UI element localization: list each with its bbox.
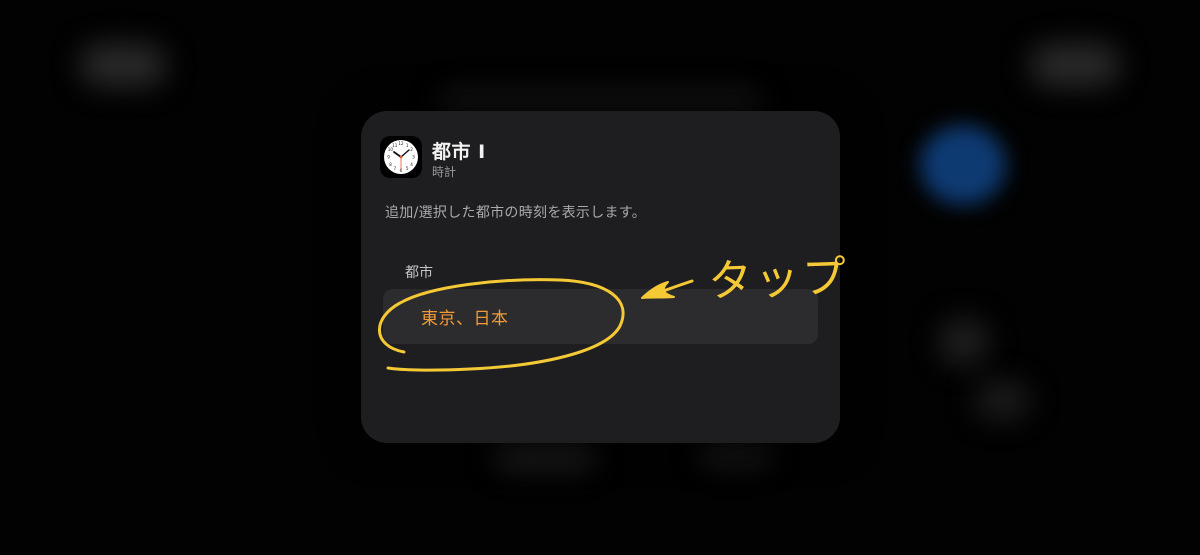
svg-text:11: 11 (392, 143, 398, 148)
tap-annotation-text: タップ (707, 251, 851, 308)
city-value: 東京、日本 (421, 309, 509, 329)
blurred-background-element (940, 318, 988, 366)
blurred-background-element (1030, 44, 1120, 86)
svg-text:3: 3 (412, 155, 415, 160)
svg-text:8: 8 (389, 162, 392, 167)
svg-text:5: 5 (406, 166, 409, 171)
svg-text:7: 7 (393, 166, 396, 171)
app-name: 時計 (432, 165, 457, 179)
widget-title: 都市 I (432, 141, 486, 163)
svg-text:9: 9 (387, 155, 390, 160)
svg-text:1: 1 (406, 143, 409, 148)
blurred-background-element (80, 44, 166, 86)
svg-text:2: 2 (410, 147, 413, 152)
blurred-background-element (975, 380, 1030, 420)
svg-text:12: 12 (398, 141, 404, 146)
svg-text:10: 10 (388, 147, 394, 152)
blurred-background-element (920, 125, 1006, 205)
blurred-background-element (495, 440, 595, 470)
clock-icon: 12 1 2 3 4 5 6 7 8 9 10 11 (380, 136, 422, 178)
widget-description: 追加/選択した都市の時刻を表示します。 (385, 205, 647, 221)
blurred-background-element (700, 440, 770, 466)
svg-text:4: 4 (410, 162, 413, 167)
screen: 12 1 2 3 4 5 6 7 8 9 10 11 都市 I 時計 追加/選択… (0, 0, 1200, 555)
city-section-label: 都市 (405, 265, 433, 281)
